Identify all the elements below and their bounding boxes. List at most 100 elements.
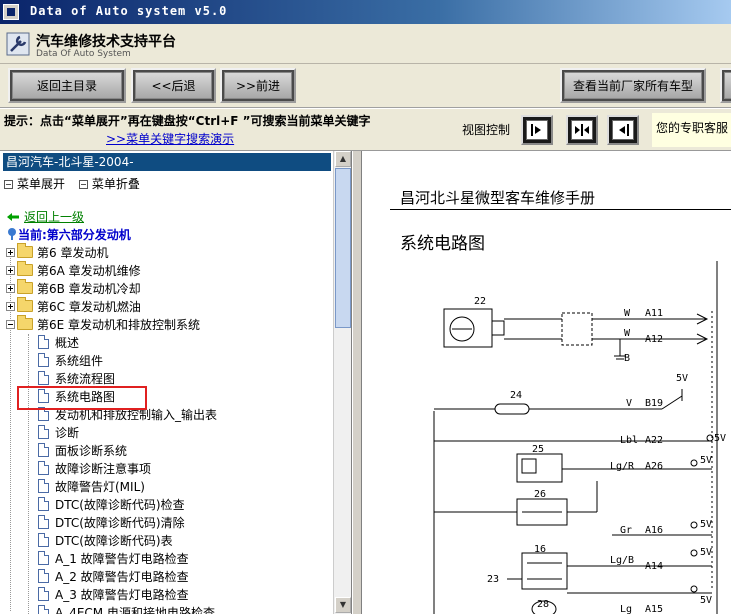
back-up-link[interactable]: 返回上一级 (6, 208, 84, 225)
expand-toggle-icon[interactable] (6, 265, 15, 275)
folder-icon (17, 243, 33, 258)
location-pin-icon (8, 228, 16, 240)
prev-label: <<后退 (151, 79, 196, 93)
tree-folder-label: 第6C 章发动机燃油 (37, 299, 141, 314)
pin-a16-label: A16 (645, 525, 663, 536)
tree-doc-item[interactable]: 系统流程图 (38, 369, 115, 387)
search-hint-text: 提示：点击“菜单展开”再在键盘按“Ctrl+F ”可搜索当前菜单关键字 (4, 114, 371, 128)
wire-w2-label: W (624, 328, 631, 339)
window-title: Data of Auto system v5.0 (30, 4, 228, 18)
next-button[interactable]: >>前进 (220, 68, 296, 103)
tree-doc-label: A_1 故障警告灯电路检查 (55, 551, 189, 566)
open-folder-icon (17, 315, 33, 330)
scroll-thumb[interactable] (335, 168, 351, 328)
folder-icon (17, 279, 33, 294)
pin-a22-label: A22 (645, 435, 663, 446)
expand-toggle-icon[interactable] (6, 247, 15, 257)
selection-highlight (17, 386, 147, 410)
tree-doc-item[interactable]: 面板诊断系统 (38, 441, 127, 459)
main-toolbar: 返回主目录 <<后退 >>前进 查看当前厂家所有车型 (0, 64, 731, 108)
tree-doc-label: 概述 (55, 335, 80, 350)
expand-icon (4, 180, 13, 189)
menu-collapse-label: 菜单折叠 (91, 177, 140, 191)
hint-bar: 提示：点击“菜单展开”再在键盘按“Ctrl+F ”可搜索当前菜单关键字 >>菜单… (0, 109, 731, 151)
wire-lgr-label: Lg/R (610, 461, 635, 472)
tree-doc-label: DTC(故障诊断代码)清除 (55, 515, 185, 530)
arrow-right-icon (531, 124, 541, 136)
tree-folder-6b[interactable]: 第6B 章发动机冷却 (6, 279, 141, 297)
view-all-models-button[interactable]: 查看当前厂家所有车型 (560, 68, 706, 103)
tree-doc-label: A_2 故障警告灯电路检查 (55, 569, 189, 584)
tree-folder-6e[interactable]: 第6E 章发动机和排放控制系统 (6, 315, 200, 333)
tree-doc-item[interactable]: 概述 (38, 333, 79, 351)
tree-folder-6c[interactable]: 第6C 章发动机燃油 (6, 297, 141, 315)
search-demo-link[interactable]: >>菜单关键字搜索演示 (106, 130, 234, 147)
document-icon (38, 335, 49, 349)
tree-doc-label: 系统流程图 (55, 371, 116, 386)
document-icon (38, 425, 49, 439)
scroll-up-icon[interactable]: ▲ (335, 151, 351, 167)
document-icon (38, 479, 49, 493)
tree-doc-item[interactable]: 诊断 (38, 423, 79, 441)
view-control-label: 视图控制 (462, 123, 511, 137)
pin-a12-label: A12 (645, 334, 663, 345)
tree-doc-item[interactable]: DTC(故障诊断代码)清除 (38, 513, 185, 531)
wire-b-label: B (624, 353, 630, 364)
document-icon (38, 587, 49, 601)
view-right-button[interactable] (521, 115, 553, 145)
menu-collapse-button[interactable]: 菜单折叠 (78, 175, 140, 192)
tree-doc-label: A_4ECM 电源和接地电路检查 (55, 605, 215, 614)
tree-doc-item[interactable]: DTC(故障诊断代码)检查 (38, 495, 185, 513)
tree-doc-label: DTC(故障诊断代码)表 (55, 533, 173, 548)
document-icon (38, 605, 49, 614)
menu-expand-button[interactable]: 菜单展开 (4, 175, 65, 192)
pin-b19-label: B19 (645, 398, 663, 409)
tree-folder-6[interactable]: 第6 章发动机 (6, 243, 108, 261)
brand-subtitle: Data Of Auto System (36, 49, 131, 59)
app-icon (3, 4, 19, 20)
view-split-button[interactable] (566, 115, 598, 145)
document-icon (38, 353, 49, 367)
scroll-down-icon[interactable]: ▼ (335, 597, 351, 613)
wire-lgb-label: Lg/B (610, 555, 634, 566)
component-25-label: 25 (532, 444, 544, 455)
tree-doc-item[interactable]: A_1 故障警告灯电路检查 (38, 549, 189, 567)
tree-doc-item[interactable]: A_4ECM 电源和接地电路检查 (38, 603, 215, 614)
component-16-label: 16 (534, 544, 546, 555)
component-22-label: 22 (474, 296, 486, 307)
document-icon (38, 443, 49, 457)
tree-doc-label: 故障警告灯(MIL) (55, 479, 145, 494)
current-location-label: 当前:第六部分发动机 (18, 228, 131, 242)
current-location: 当前:第六部分发动机 (6, 226, 131, 243)
wire-gr-label: Gr (620, 525, 632, 536)
document-icon (38, 497, 49, 511)
collapse-icon (78, 180, 88, 189)
back-main-button[interactable]: 返回主目录 (8, 68, 126, 103)
expand-toggle-icon[interactable] (6, 283, 15, 293)
view-left-button[interactable] (607, 115, 639, 145)
tree-doc-item[interactable]: 故障警告灯(MIL) (38, 477, 145, 495)
tree-doc-item[interactable]: 故障诊断注意事项 (38, 459, 151, 477)
document-pane: 昌河北斗星微型客车维修手册 系统电路图 22 24 25 26 16 23 28… (362, 151, 731, 614)
tree-doc-item[interactable]: 系统组件 (38, 351, 103, 369)
folder-icon (17, 261, 33, 276)
wire-lg-label: Lg (620, 604, 632, 614)
tree-doc-label: A_3 故障警告灯电路检查 (55, 587, 189, 602)
collapse-toggle-icon[interactable] (6, 319, 15, 329)
voltage-5v-label: 5V (714, 433, 726, 444)
pane-splitter[interactable] (352, 151, 362, 614)
support-tip-text: 您的专职客服 (656, 121, 729, 135)
tree-doc-item[interactable]: DTC(故障诊断代码)表 (38, 531, 173, 549)
tree-folder-6a[interactable]: 第6A 章发动机维修 (6, 261, 141, 279)
expand-toggle-icon[interactable] (6, 301, 15, 311)
prev-button[interactable]: <<后退 (131, 68, 216, 103)
pin-a11-label: A11 (645, 308, 663, 319)
tree-doc-item[interactable]: A_2 故障警告灯电路检查 (38, 567, 189, 585)
tree-doc-item[interactable]: A_3 故障警告灯电路检查 (38, 585, 189, 603)
voltage-5v-label: 5V (700, 519, 712, 530)
tree-scrollbar[interactable]: ▲ ▼ (333, 151, 351, 614)
tree-folder-label: 第6E 章发动机和排放控制系统 (37, 317, 201, 332)
wrench-logo-icon (6, 32, 30, 56)
toolbar-extra-button[interactable] (720, 68, 731, 103)
brand-header: 汽车维修技术支持平台 Data Of Auto System (0, 24, 731, 64)
